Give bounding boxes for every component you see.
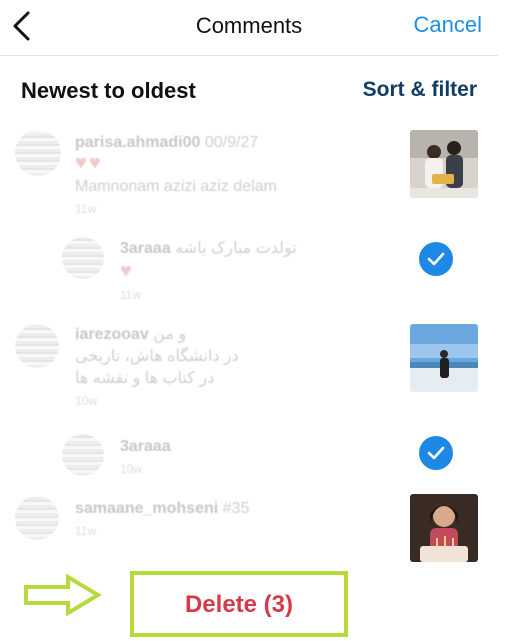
- post-thumbnail[interactable]: [410, 324, 478, 392]
- comment-text: در دانشگاه هاش، تاریخی: [75, 348, 239, 365]
- comment-header: 3araaa: [120, 436, 171, 458]
- heart-emoji-icon: ♥: [120, 260, 134, 282]
- comment-time: 11w: [120, 288, 142, 302]
- comment-text: Mamnonam azizi aziz delam: [75, 178, 277, 195]
- comment-inline-text: و من: [153, 326, 187, 343]
- delete-highlight-frame: Delete (3): [130, 571, 348, 637]
- arrow-right-icon: [22, 573, 104, 617]
- comment-username[interactable]: iarezooav: [75, 326, 149, 343]
- bottom-action-bar: Delete (3): [0, 565, 510, 641]
- comment-header: samaane_mohseni #35: [75, 498, 249, 520]
- comment-username[interactable]: parisa.ahmadi00: [75, 134, 200, 151]
- avatar: [62, 237, 104, 279]
- comment-inline-text: 00/9/27: [204, 134, 259, 151]
- comment-header: iarezooav و من: [75, 324, 186, 346]
- selected-check-icon[interactable]: [419, 436, 453, 470]
- comment-item[interactable]: samaane_mohseni #35 11w: [0, 492, 498, 564]
- comment-time: 10w: [75, 394, 98, 408]
- heart-emoji-icon: ♥♥: [75, 152, 103, 174]
- comment-list: parisa.ahmadi00 00/9/27 ♥♥ Mamnonam aziz…: [0, 118, 498, 563]
- comment-item[interactable]: parisa.ahmadi00 00/9/27 ♥♥ Mamnonam aziz…: [0, 118, 498, 218]
- avatar: [15, 130, 61, 176]
- post-thumbnail[interactable]: [410, 494, 478, 562]
- post-thumbnail[interactable]: [410, 130, 478, 198]
- comment-username[interactable]: 3araaa: [120, 438, 171, 455]
- sort-filter-button[interactable]: Sort & filter: [363, 78, 477, 102]
- avatar: [15, 496, 59, 540]
- comment-header: 3araaa تولدت مبارک باشه: [120, 238, 297, 260]
- delete-button[interactable]: Delete (3): [134, 591, 344, 619]
- comment-inline-text: تولدت مبارک باشه: [175, 240, 297, 257]
- comment-username[interactable]: samaane_mohseni: [75, 500, 218, 517]
- comment-header: parisa.ahmadi00 00/9/27: [75, 132, 258, 154]
- avatar: [15, 324, 59, 368]
- comment-time: 11w: [75, 524, 97, 538]
- comment-time: 11w: [75, 202, 97, 216]
- cancel-button[interactable]: Cancel: [414, 12, 482, 38]
- comment-reply-item[interactable]: 3araaa 10w: [0, 418, 498, 492]
- comment-text-line2: در کتاب ها و نقشه ها: [75, 370, 215, 387]
- avatar: [62, 434, 104, 476]
- sort-bar: Newest to oldest Sort & filter: [0, 72, 498, 112]
- comment-time: 10w: [120, 462, 143, 476]
- comment-item[interactable]: iarezooav و من در دانشگاه هاش، تاریخی در…: [0, 318, 498, 418]
- comment-inline-text: #35: [222, 500, 250, 517]
- selected-check-icon[interactable]: [419, 242, 453, 276]
- comment-reply-item[interactable]: 3araaa تولدت مبارک باشه ♥ 11w: [0, 218, 498, 304]
- top-bar: Comments Cancel: [0, 0, 498, 56]
- sort-order-label: Newest to oldest: [21, 78, 196, 103]
- comment-username[interactable]: 3araaa: [120, 240, 171, 257]
